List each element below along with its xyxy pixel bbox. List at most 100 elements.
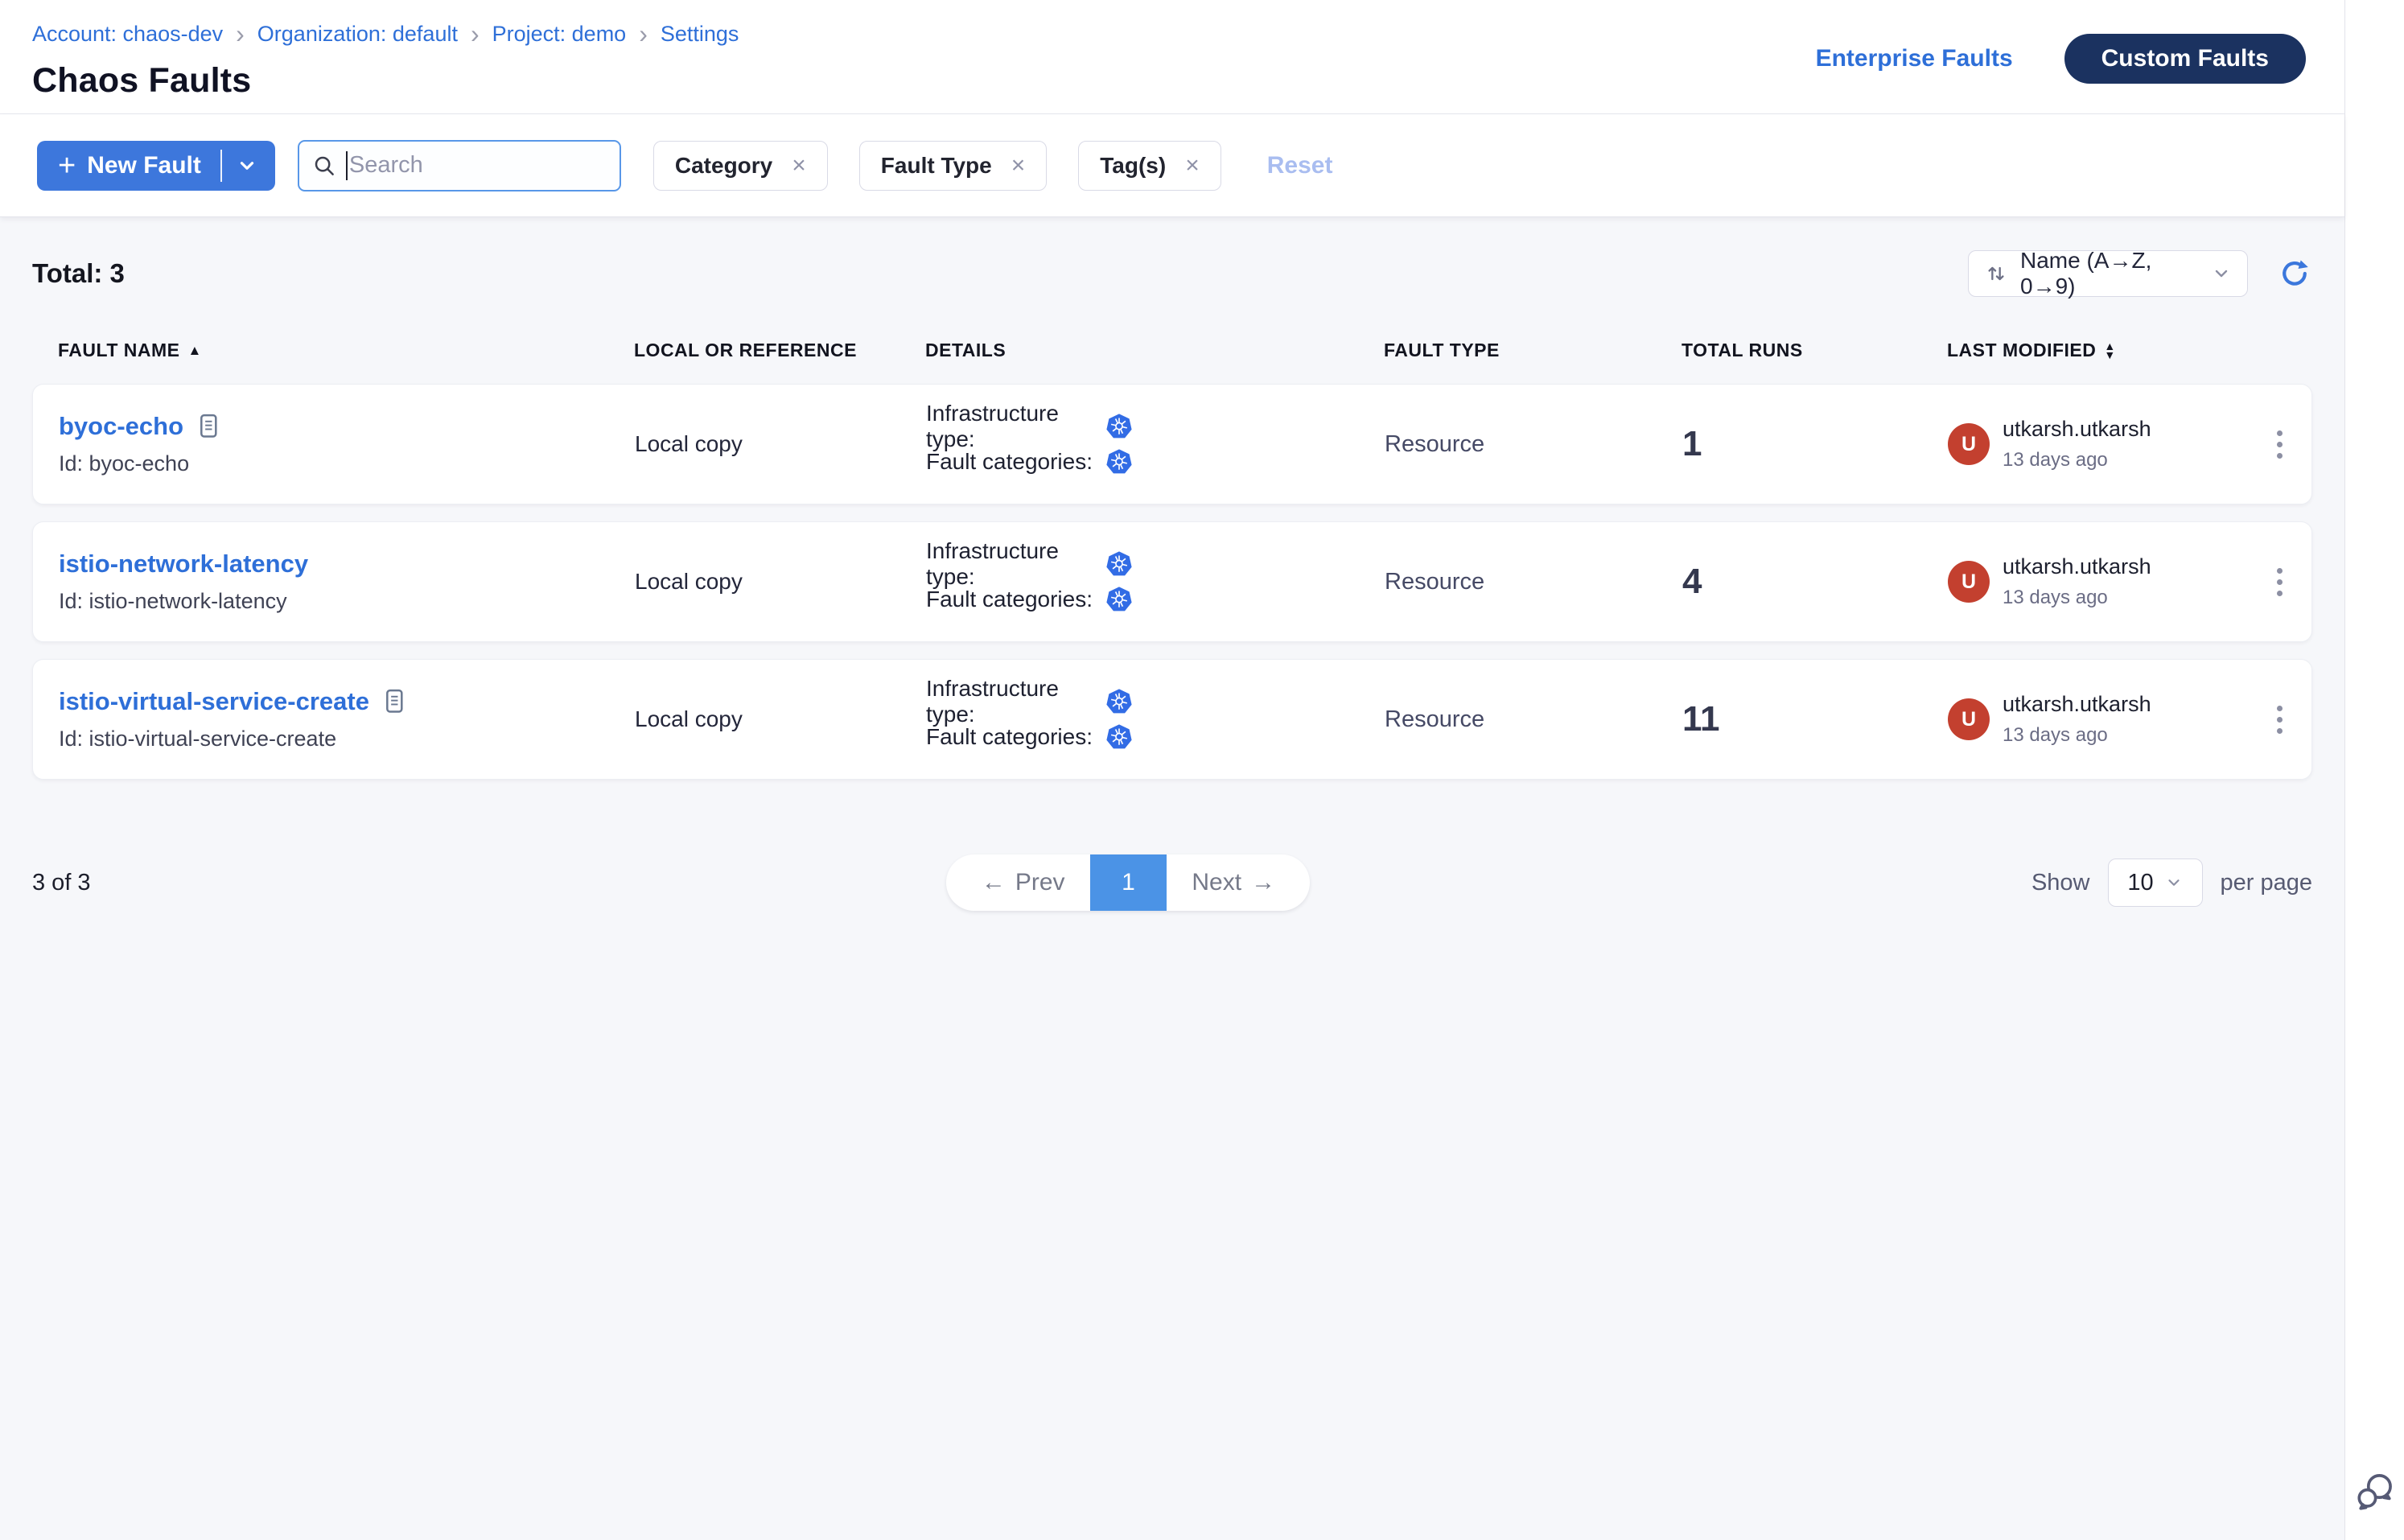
next-page-button[interactable]: Next → bbox=[1167, 854, 1311, 911]
fault-categories-label: Fault categories: bbox=[926, 724, 1105, 750]
modified-time: 13 days ago bbox=[2003, 724, 2151, 747]
search-input[interactable] bbox=[349, 152, 591, 179]
fault-list: byoc-echo Id: byoc-echo Local copy Infra… bbox=[32, 384, 2312, 780]
column-fault-name[interactable]: FAULT NAME ▲ bbox=[58, 340, 634, 361]
kubernetes-icon bbox=[1105, 723, 1134, 751]
modified-time: 13 days ago bbox=[2003, 449, 2151, 471]
fault-type-value: Resource bbox=[1385, 569, 1682, 595]
content-area: Total: 3 Name (A→Z, 0→9) FAULT NAME bbox=[0, 217, 2344, 1540]
kebab-menu-icon[interactable] bbox=[2247, 422, 2311, 467]
chip-label: Category bbox=[675, 153, 772, 179]
search-box[interactable] bbox=[298, 140, 621, 191]
column-fault-type: FAULT TYPE bbox=[1384, 340, 1682, 361]
current-page-button[interactable]: 1 bbox=[1090, 854, 1167, 911]
kebab-menu-icon[interactable] bbox=[2247, 560, 2311, 604]
chevron-right-icon: › bbox=[639, 21, 648, 47]
details-cell: Infrastructure type: Fault categories: bbox=[926, 684, 1385, 755]
enterprise-faults-link[interactable]: Enterprise Faults bbox=[1816, 45, 2013, 72]
fault-name-cell: istio-network-latency Id: istio-network-… bbox=[59, 550, 635, 614]
prev-label: Prev bbox=[1015, 869, 1065, 896]
modified-by: utkarsh.utkarsh bbox=[2003, 692, 2151, 717]
show-label: Show bbox=[2031, 870, 2090, 896]
page-size-control: Show 10 per page bbox=[2031, 859, 2312, 907]
infrastructure-type-label: Infrastructure type: bbox=[926, 538, 1105, 590]
total-runs-value: 1 bbox=[1682, 424, 1948, 464]
page-size-value: 10 bbox=[2127, 870, 2153, 896]
modified-by: utkarsh.utkarsh bbox=[2003, 554, 2151, 579]
modified-time: 13 days ago bbox=[2003, 587, 2151, 609]
per-page-label: per page bbox=[2221, 870, 2313, 896]
filter-chip-tags[interactable]: Tag(s) × bbox=[1078, 141, 1221, 191]
pagination-pill: ← Prev 1 Next → bbox=[946, 854, 1310, 911]
fault-name-cell: byoc-echo Id: byoc-echo bbox=[59, 412, 635, 476]
kubernetes-icon bbox=[1105, 447, 1134, 476]
modified-by: utkarsh.utkarsh bbox=[2003, 417, 2151, 442]
filter-chip-category[interactable]: Category × bbox=[653, 141, 828, 191]
description-icon[interactable] bbox=[198, 412, 220, 441]
close-icon[interactable]: × bbox=[1011, 154, 1026, 178]
avatar: U bbox=[1948, 423, 1990, 465]
list-header: Total: 3 Name (A→Z, 0→9) bbox=[32, 249, 2312, 298]
sort-dropdown[interactable]: Name (A→Z, 0→9) bbox=[1968, 250, 2248, 297]
kubernetes-icon bbox=[1105, 550, 1134, 579]
fault-categories-label: Fault categories: bbox=[926, 449, 1105, 475]
custom-faults-button[interactable]: Custom Faults bbox=[2064, 34, 2306, 84]
total-runs-value: 4 bbox=[1682, 562, 1948, 602]
infrastructure-type-label: Infrastructure type: bbox=[926, 676, 1105, 727]
chevron-right-icon: › bbox=[236, 21, 245, 47]
plus-icon: + bbox=[58, 150, 76, 181]
column-local-or-reference: LOCAL OR REFERENCE bbox=[634, 340, 925, 361]
next-label: Next bbox=[1192, 869, 1241, 896]
chat-icon[interactable] bbox=[2354, 1471, 2396, 1513]
kubernetes-icon bbox=[1105, 585, 1134, 614]
close-icon[interactable]: × bbox=[1185, 154, 1200, 178]
refresh-icon[interactable] bbox=[2277, 256, 2312, 291]
column-last-modified[interactable]: LAST MODIFIED ▲▼ bbox=[1947, 340, 2246, 361]
fault-name-link[interactable]: istio-virtual-service-create bbox=[59, 687, 369, 716]
column-label: DETAILS bbox=[925, 340, 1006, 361]
sort-value: Name (A→Z, 0→9) bbox=[2020, 248, 2212, 299]
column-details: DETAILS bbox=[925, 340, 1384, 361]
last-modified-cell: U utkarsh.utkarsh 13 days ago bbox=[1948, 417, 2247, 471]
total-runs-value: 11 bbox=[1682, 699, 1948, 739]
sort-ascending-icon: ▲ bbox=[188, 343, 202, 359]
fault-name-link[interactable]: byoc-echo bbox=[59, 412, 183, 441]
breadcrumb-project[interactable]: Project: demo bbox=[492, 22, 627, 47]
local-or-reference-value: Local copy bbox=[635, 569, 926, 595]
table-column-headers: FAULT NAME ▲ LOCAL OR REFERENCE DETAILS … bbox=[32, 340, 2312, 361]
sort-updown-icon bbox=[1985, 262, 2007, 285]
button-divider bbox=[220, 150, 222, 182]
filter-chip-fault-type[interactable]: Fault Type × bbox=[859, 141, 1047, 191]
breadcrumb-organization[interactable]: Organization: default bbox=[257, 22, 458, 47]
avatar: U bbox=[1948, 698, 1990, 740]
breadcrumb-account[interactable]: Account: chaos-dev bbox=[32, 22, 223, 47]
column-label: FAULT TYPE bbox=[1384, 340, 1500, 361]
fault-id: Id: istio-network-latency bbox=[59, 589, 635, 614]
top-header: Account: chaos-dev › Organization: defau… bbox=[0, 0, 2344, 114]
prev-page-button[interactable]: ← Prev bbox=[946, 854, 1090, 911]
fault-row: istio-virtual-service-create Id: istio-v… bbox=[32, 659, 2312, 780]
arrow-left-icon: ← bbox=[982, 869, 1006, 896]
right-rail bbox=[2344, 0, 2404, 1540]
total-count: Total: 3 bbox=[32, 258, 125, 289]
infrastructure-type-label: Infrastructure type: bbox=[926, 401, 1105, 452]
fault-name-cell: istio-virtual-service-create Id: istio-v… bbox=[59, 687, 635, 751]
chevron-down-icon bbox=[2165, 874, 2183, 891]
local-or-reference-value: Local copy bbox=[635, 431, 926, 457]
kubernetes-icon bbox=[1105, 412, 1134, 441]
new-fault-button[interactable]: + New Fault bbox=[37, 141, 275, 191]
new-fault-label: New Fault bbox=[87, 152, 201, 179]
kebab-menu-icon[interactable] bbox=[2247, 698, 2311, 742]
breadcrumb-settings[interactable]: Settings bbox=[661, 22, 739, 47]
chevron-down-icon[interactable] bbox=[237, 155, 257, 176]
close-icon[interactable]: × bbox=[792, 154, 806, 178]
column-total-runs: TOTAL RUNS bbox=[1682, 340, 1947, 361]
page-size-select[interactable]: 10 bbox=[2108, 859, 2203, 907]
toolbar: + New Fault Category × Fault Type × bbox=[0, 114, 2344, 217]
description-icon[interactable] bbox=[384, 687, 406, 716]
last-modified-cell: U utkarsh.utkarsh 13 days ago bbox=[1948, 692, 2247, 747]
reset-filters-link[interactable]: Reset bbox=[1267, 152, 1333, 179]
fault-name-link[interactable]: istio-network-latency bbox=[59, 550, 308, 579]
header-actions: Enterprise Faults Custom Faults bbox=[1816, 34, 2306, 84]
chip-label: Fault Type bbox=[881, 153, 992, 179]
